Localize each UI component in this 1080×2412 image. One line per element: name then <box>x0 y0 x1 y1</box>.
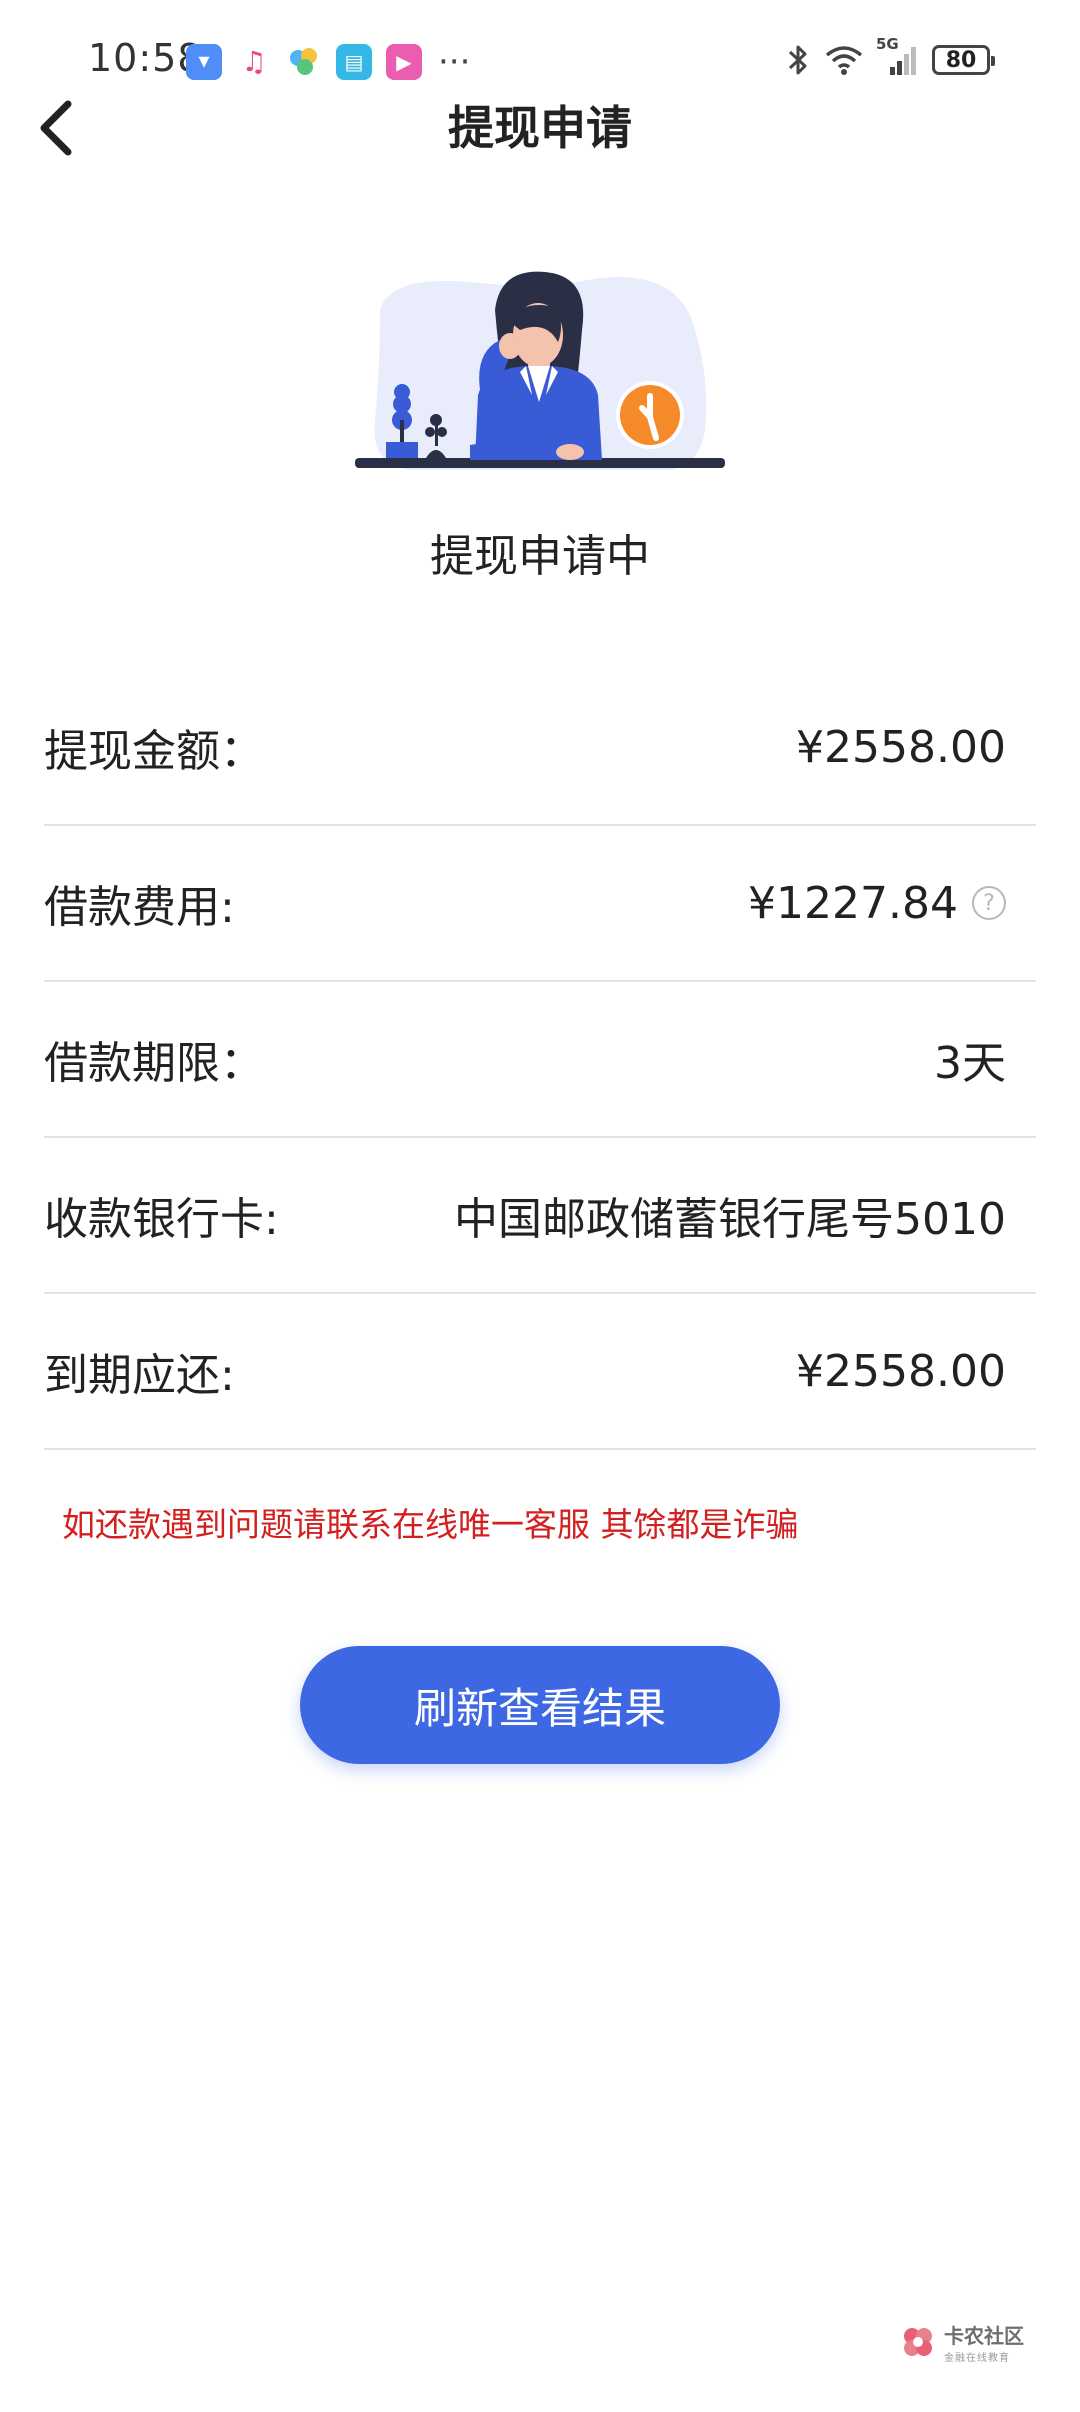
amount-value: ¥2558.00 <box>796 722 1036 773</box>
notification-icons: ▾ ♫ ▤ ▶ ··· <box>186 44 470 80</box>
video-app-icon: ▶ <box>386 44 422 80</box>
scam-warning-notice: 如还款遇到问题请联系在线唯一客服 其馀都是诈骗 <box>62 1505 799 1544</box>
book-app-icon: ▤ <box>336 44 372 80</box>
system-status-icons: 5G 80 <box>772 35 995 78</box>
bank-card-value-text: 中国邮政储蓄银行尾号5010 <box>454 1194 1006 1245</box>
fee-row: 借款费用: ¥1227.84 ? <box>44 826 1036 982</box>
due-value-text: ¥2558.00 <box>796 1345 1006 1397</box>
amount-value-text: ¥2558.00 <box>796 721 1006 773</box>
refresh-result-button[interactable]: 刷新查看结果 <box>300 1646 780 1764</box>
fee-label: 借款费用: <box>44 882 235 933</box>
status-heading: 提现申请中 <box>430 531 650 582</box>
due-row: 到期应还: ¥2558.00 <box>44 1294 1036 1450</box>
bluetooth-icon <box>786 42 810 78</box>
page-title: 提现申请 <box>448 101 632 155</box>
fee-value-text: ¥1227.84 <box>748 877 958 929</box>
wifi-icon <box>824 44 864 76</box>
network-type-label: 5G <box>876 35 899 53</box>
bank-card-row: 收款银行卡: 中国邮政储蓄银行尾号5010 <box>44 1138 1036 1294</box>
amount-row: 提现金额： ¥2558.00 <box>44 670 1036 826</box>
watermark-title: 卡农社区 <box>944 2324 1024 2348</box>
music-app-icon: ♫ <box>241 45 267 78</box>
cellular-signal-icon: 5G <box>876 35 918 77</box>
amount-label: 提现金额： <box>44 726 264 777</box>
bank-card-label: 收款银行卡: <box>44 1194 279 1245</box>
more-notifications-icon: ··· <box>438 42 471 82</box>
due-value: ¥2558.00 <box>796 1346 1036 1397</box>
term-value-text: 3天 <box>934 1038 1006 1089</box>
withdrawal-details: 提现金额： ¥2558.00 借款费用: ¥1227.84 ? 借款期限： 3天… <box>44 670 1036 1450</box>
app-notification-icon: ▾ <box>186 44 222 80</box>
fee-value: ¥1227.84 ? <box>748 878 1036 929</box>
watermark-subtitle: 金融在线教育 <box>944 2353 1010 2364</box>
watermark-logo-icon <box>904 2328 932 2356</box>
help-icon[interactable]: ? <box>972 886 1006 920</box>
term-label: 借款期限： <box>44 1038 264 1089</box>
waiting-illustration <box>355 271 725 470</box>
battery-indicator: 80 <box>932 45 995 75</box>
community-watermark: 卡农社区 金融在线教育 <box>900 2320 1024 2364</box>
bank-card-value: 中国邮政储蓄银行尾号5010 <box>454 1183 1036 1247</box>
term-row: 借款期限： 3天 <box>44 982 1036 1138</box>
due-label: 到期应还: <box>44 1350 235 1401</box>
pinwheel-app-icon <box>286 44 322 80</box>
term-value: 3天 <box>934 1027 1036 1091</box>
